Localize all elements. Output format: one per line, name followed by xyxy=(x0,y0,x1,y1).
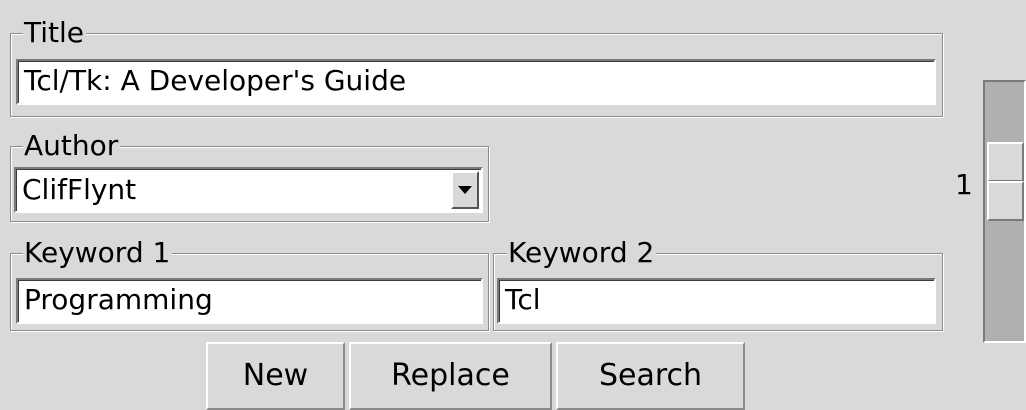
author-label: Author xyxy=(23,129,121,162)
keyword1-input[interactable]: Programming xyxy=(16,278,483,324)
author-dropdown-button[interactable] xyxy=(451,171,479,209)
new-button[interactable]: New xyxy=(206,342,345,410)
chevron-down-icon xyxy=(458,186,472,194)
author-combobox[interactable]: ClifFlynt xyxy=(14,167,483,213)
replace-button[interactable]: Replace xyxy=(349,342,552,410)
title-input[interactable]: Tcl/Tk: A Developer's Guide xyxy=(16,59,936,105)
title-label: Title xyxy=(23,16,87,49)
record-next-button[interactable] xyxy=(987,142,1024,182)
record-prev-button[interactable] xyxy=(987,181,1024,221)
keyword2-label: Keyword 2 xyxy=(507,236,657,269)
keyword2-input[interactable]: Tcl xyxy=(497,278,936,324)
author-value: ClifFlynt xyxy=(22,173,137,206)
keyword1-label: Keyword 1 xyxy=(23,236,173,269)
record-number: 1 xyxy=(955,168,973,201)
search-button[interactable]: Search xyxy=(556,342,745,410)
